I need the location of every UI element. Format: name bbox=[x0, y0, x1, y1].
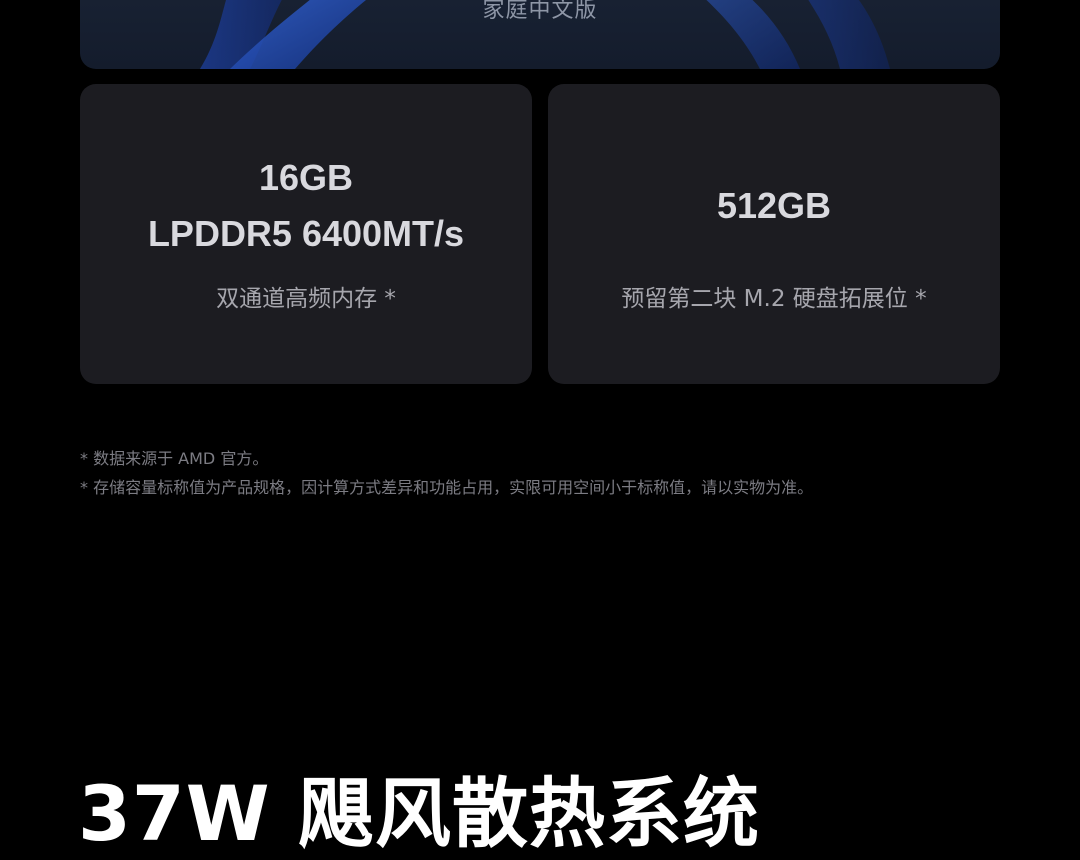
storage-description: 预留第二块 M.2 硬盘拓展位 * bbox=[621, 286, 927, 312]
os-edition-label: 家庭中文版 bbox=[482, 0, 598, 23]
os-edition-banner: 家庭中文版 bbox=[80, 0, 1000, 69]
storage-capacity: 512GB bbox=[716, 185, 832, 226]
storage-spec-card: 512GB 预留第二块 M.2 硬盘拓展位 * bbox=[548, 84, 1000, 384]
memory-capacity: 16GB bbox=[258, 157, 354, 198]
memory-description: 双通道高频内存 * bbox=[216, 286, 396, 312]
memory-type: LPDDR5 6400MT/s bbox=[147, 213, 465, 254]
footnotes: * 数据来源于 AMD 官方。 * 存储容量标称值为产品规格，因计算方式差异和功… bbox=[80, 444, 1000, 502]
footnote-amd-source: * 数据来源于 AMD 官方。 bbox=[80, 449, 269, 468]
memory-spec-card: 16GB LPDDR5 6400MT/s 双通道高频内存 * bbox=[80, 84, 532, 384]
cooling-section-title: 37W 飓风散热系统 bbox=[78, 769, 761, 858]
footnote-storage-capacity: * 存储容量标称值为产品规格，因计算方式差异和功能占用，实限可用空间小于标称值，… bbox=[80, 478, 814, 497]
